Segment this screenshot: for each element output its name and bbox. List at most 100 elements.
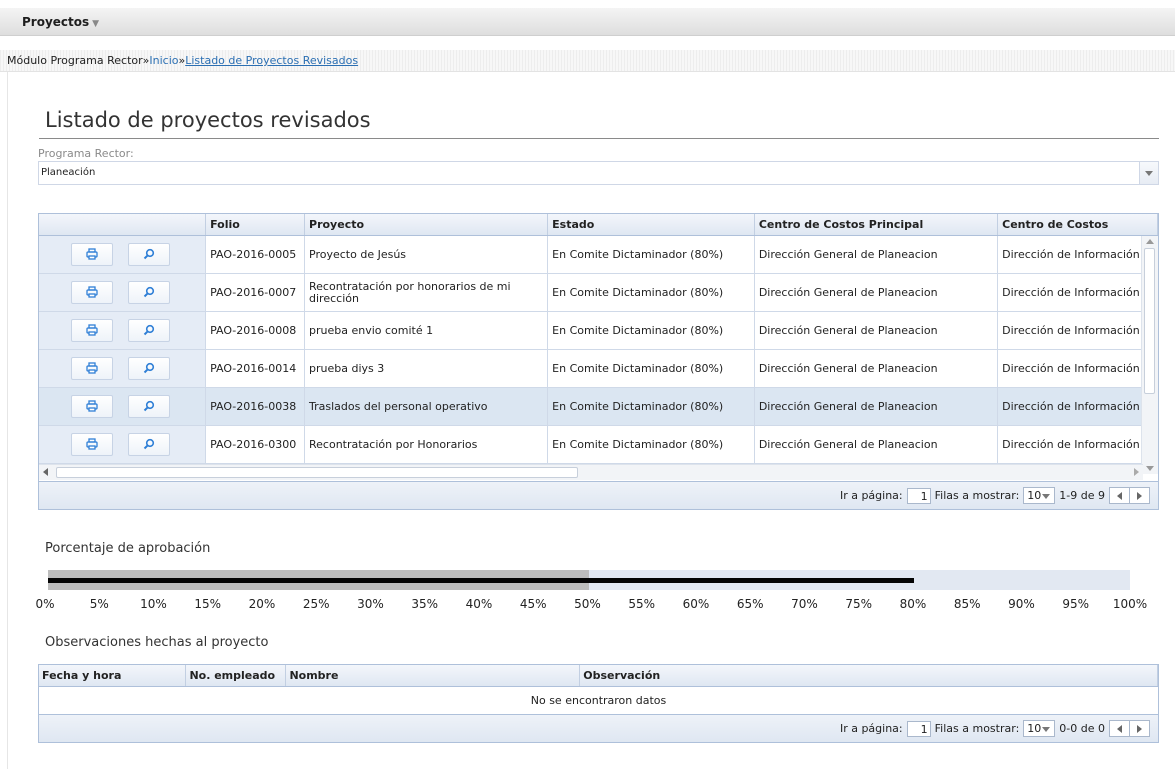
top-menu-bar: Proyectos ▼ bbox=[0, 8, 1175, 36]
view-details-button[interactable] bbox=[128, 433, 170, 456]
chevron-down-icon[interactable] bbox=[1139, 162, 1158, 184]
approval-scale: 0% 5% 10% 15% 20% 25% 30% 35% 40% 45% 50% 55% 60% 65%… bbox=[0, 597, 1175, 613]
cell-centro: Dirección de Información bbox=[997, 311, 1158, 350]
page-range-text: 0-0 de 0 bbox=[1059, 722, 1105, 735]
scale-tick: 40% bbox=[465, 597, 493, 611]
table-row[interactable]: PAO-2016-0008 prueba envio comité 1 En Com… bbox=[39, 311, 1158, 350]
print-button[interactable] bbox=[71, 357, 113, 380]
breadcrumb-module: Módulo Programa Rector bbox=[7, 54, 143, 67]
scale-tick: 30% bbox=[357, 597, 384, 611]
view-details-button[interactable] bbox=[128, 243, 170, 266]
cell-proyecto: prueba envio comité 1 bbox=[304, 311, 549, 350]
print-button[interactable] bbox=[71, 319, 113, 342]
cell-proyecto: Proyecto de Jesús bbox=[304, 235, 549, 274]
view-details-button[interactable] bbox=[128, 357, 170, 380]
col-fecha-hora[interactable]: Fecha y hora bbox=[39, 665, 187, 687]
horizontal-scrollbar[interactable] bbox=[39, 464, 1143, 480]
col-nombre[interactable]: Nombre bbox=[285, 665, 581, 687]
goto-page-label: Ir a página: bbox=[839, 489, 903, 502]
goto-page-input[interactable]: 1 bbox=[906, 487, 931, 504]
rows-per-page-select[interactable]: 10 bbox=[1023, 720, 1056, 737]
col-observacion[interactable]: Observación bbox=[579, 665, 1158, 687]
approval-label: Porcentaje de aprobación bbox=[45, 541, 211, 556]
table-row[interactable]: PAO-2016-0014 prueba diys 3 En Comite Dict… bbox=[39, 349, 1158, 388]
breadcrumb-bar: Módulo Programa Rector»Inicio»Listado de… bbox=[0, 50, 1175, 72]
row-actions bbox=[39, 273, 207, 312]
cell-centro-principal: Dirección General de Planeacion bbox=[754, 349, 999, 388]
table-row[interactable]: PAO-2016-0005 Proyecto de Jesús En Comite … bbox=[39, 235, 1158, 274]
menu-proyectos[interactable]: Proyectos ▼ bbox=[22, 15, 99, 29]
scroll-right-icon[interactable] bbox=[1134, 468, 1139, 476]
page-nav bbox=[1109, 720, 1150, 737]
page-nav bbox=[1109, 487, 1150, 504]
cell-folio: PAO-2016-0014 bbox=[205, 349, 306, 388]
program-select[interactable]: Planeación bbox=[38, 161, 1159, 185]
scrollbar-thumb[interactable] bbox=[1144, 248, 1155, 394]
scroll-down-icon[interactable] bbox=[1146, 466, 1154, 471]
scale-tick: 0% bbox=[35, 597, 55, 611]
scale-tick: 5% bbox=[89, 597, 109, 611]
col-centro-principal[interactable]: Centro de Costos Principal bbox=[754, 214, 999, 236]
approval-progress-bar bbox=[48, 570, 1130, 590]
table-row[interactable]: PAO-2016-0300 Recontratación por Honorari… bbox=[39, 425, 1158, 464]
view-details-button[interactable] bbox=[128, 395, 170, 418]
cell-proyecto: Recontratación por honorarios de mi dire… bbox=[304, 273, 549, 312]
observations-grid: Fecha y hora No. empleado Nombre Observa… bbox=[38, 664, 1159, 743]
print-button[interactable] bbox=[71, 281, 113, 304]
next-page-icon[interactable] bbox=[1129, 721, 1149, 736]
print-button[interactable] bbox=[71, 433, 113, 456]
rows-per-page-label: Filas a mostrar: bbox=[934, 489, 1020, 502]
cell-estado: En Comite Dictaminador (80%) bbox=[547, 425, 755, 464]
breadcrumb-home-link[interactable]: Inicio bbox=[149, 54, 178, 67]
col-no-empleado[interactable]: No. empleado bbox=[185, 665, 287, 687]
scale-tick: 25% bbox=[302, 597, 330, 611]
scale-tick: 75% bbox=[845, 597, 873, 611]
goto-page-input[interactable]: 1 bbox=[906, 720, 931, 737]
scale-tick: 50% bbox=[574, 597, 601, 611]
observations-header-row: Fecha y hora No. empleado Nombre Observa… bbox=[39, 665, 1158, 687]
scrollbar-thumb[interactable] bbox=[56, 467, 578, 478]
prev-page-icon[interactable] bbox=[1110, 488, 1129, 503]
scale-tick: 85% bbox=[953, 597, 981, 611]
print-button[interactable] bbox=[71, 395, 113, 418]
cell-folio: PAO-2016-0038 bbox=[205, 387, 306, 426]
breadcrumb-current-link[interactable]: Listado de Proyectos Revisados bbox=[185, 54, 358, 67]
rows-per-page-select[interactable]: 10 bbox=[1023, 487, 1056, 504]
cell-proyecto: Traslados del personal operativo bbox=[304, 387, 549, 426]
cell-estado: En Comite Dictaminador (80%) bbox=[547, 349, 755, 388]
cell-folio: PAO-2016-0008 bbox=[205, 311, 306, 350]
observations-label: Observaciones hechas al proyecto bbox=[45, 635, 269, 650]
next-page-icon[interactable] bbox=[1129, 488, 1149, 503]
scale-tick: 45% bbox=[519, 597, 547, 611]
cell-folio: PAO-2016-0007 bbox=[205, 273, 306, 312]
scale-tick: 20% bbox=[248, 597, 276, 611]
cell-proyecto: prueba diys 3 bbox=[304, 349, 549, 388]
cell-estado: En Comite Dictaminador (80%) bbox=[547, 311, 755, 350]
scale-tick: 70% bbox=[791, 597, 818, 611]
table-row[interactable]: PAO-2016-0007 Recontratación por honorari… bbox=[39, 273, 1158, 312]
scale-tick: 100% bbox=[1112, 597, 1148, 611]
scale-tick: 90% bbox=[1008, 597, 1035, 611]
observations-table: Fecha y hora No. empleado Nombre Observa… bbox=[39, 665, 1158, 687]
observations-pager: Ir a página: 1 Filas a mostrar: 10 0-0 d… bbox=[39, 714, 1158, 742]
view-details-button[interactable] bbox=[128, 281, 170, 304]
chevron-down-icon: ▼ bbox=[92, 19, 100, 29]
program-label: Programa Rector: bbox=[38, 147, 134, 160]
cell-centro-principal: Dirección General de Planeacion bbox=[754, 387, 999, 426]
col-estado[interactable]: Estado bbox=[547, 214, 755, 236]
no-data-message: No se encontraron datos bbox=[530, 694, 667, 707]
scale-tick: 65% bbox=[736, 597, 764, 611]
table-row[interactable]: PAO-2016-0038 Traslados del personal oper… bbox=[39, 387, 1158, 426]
breadcrumb: Módulo Programa Rector»Inicio»Listado de… bbox=[7, 54, 358, 67]
scroll-left-icon[interactable] bbox=[43, 468, 48, 476]
scale-tick: 60% bbox=[682, 597, 710, 611]
cell-centro-principal: Dirección General de Planeacion bbox=[754, 235, 999, 274]
col-centro[interactable]: Centro de Costos bbox=[997, 214, 1158, 236]
print-button[interactable] bbox=[71, 243, 113, 266]
vertical-scrollbar[interactable] bbox=[1141, 236, 1158, 474]
prev-page-icon[interactable] bbox=[1110, 721, 1129, 736]
scroll-up-icon[interactable] bbox=[1146, 239, 1154, 244]
view-details-button[interactable] bbox=[128, 319, 170, 342]
col-proyecto[interactable]: Proyecto bbox=[304, 214, 549, 236]
col-folio[interactable]: Folio bbox=[205, 214, 306, 236]
